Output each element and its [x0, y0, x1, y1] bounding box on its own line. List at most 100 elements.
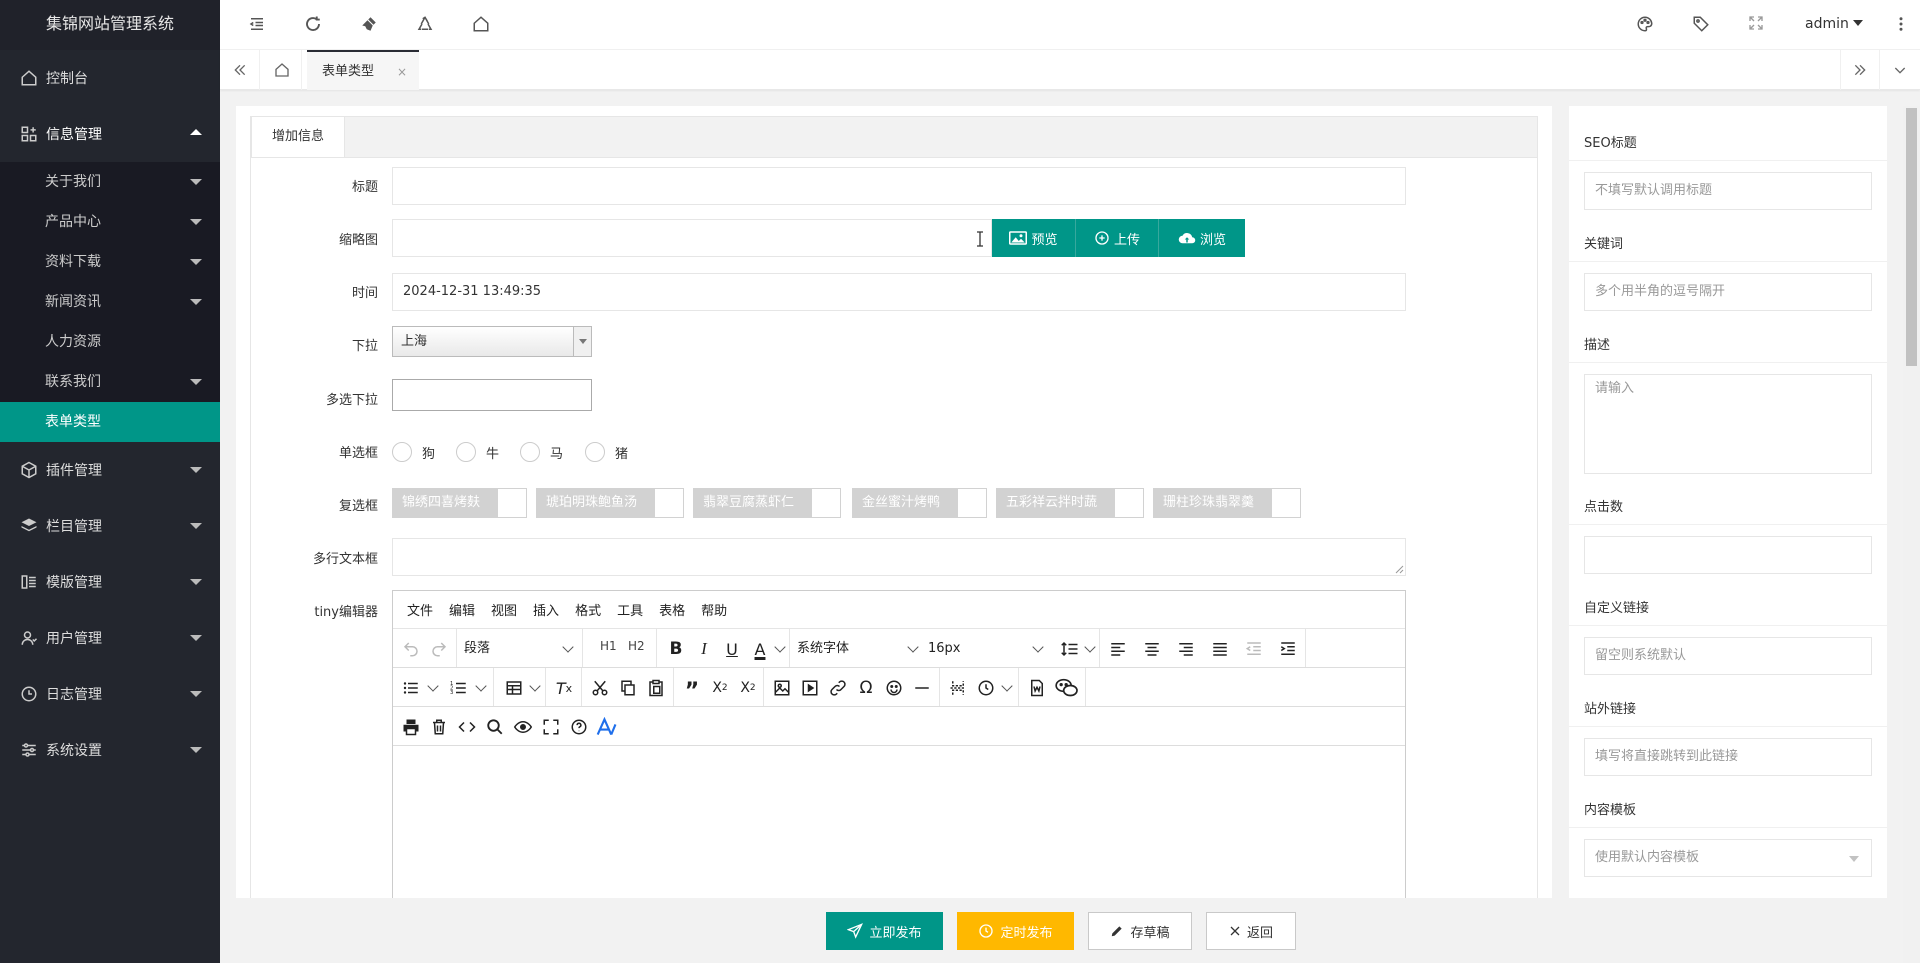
link-icon[interactable] — [827, 677, 849, 699]
sidebar-item-logs[interactable]: 日志管理 — [0, 666, 220, 722]
wechat-icon[interactable] — [1054, 677, 1080, 699]
checkbox-option[interactable]: 琥珀明珠鲍鱼汤 — [536, 488, 684, 518]
superscript-icon[interactable]: X2 — [737, 677, 759, 699]
chevron-down-icon[interactable] — [529, 680, 541, 692]
radio-pig[interactable]: 猪 — [585, 441, 628, 463]
sidebar-item-hr[interactable]: 人力资源 — [0, 322, 220, 362]
align-justify-icon[interactable] — [1209, 638, 1231, 660]
tag-icon[interactable] — [1692, 15, 1712, 35]
radio-cow[interactable]: 牛 — [456, 441, 499, 463]
heading-1-button[interactable]: H1 — [600, 639, 617, 653]
back-button[interactable]: 返回 — [1206, 912, 1296, 950]
undo-icon[interactable] — [400, 638, 422, 660]
chevron-down-icon[interactable] — [1001, 680, 1013, 692]
clicks-input[interactable] — [1584, 536, 1872, 574]
recycle-icon[interactable] — [416, 15, 436, 35]
chevron-down-icon[interactable] — [475, 680, 487, 692]
block-format-select[interactable]: 段落 — [464, 637, 574, 661]
tab-close-icon[interactable]: × — [397, 52, 407, 92]
tab-scroll-left-icon[interactable] — [220, 50, 260, 90]
copy-icon[interactable] — [617, 677, 639, 699]
fullscreen-icon[interactable] — [540, 716, 562, 738]
menu-help[interactable]: 帮助 — [701, 600, 727, 619]
cut-icon[interactable] — [589, 677, 611, 699]
time-input[interactable]: 2024-12-31 13:49:35 — [392, 273, 1406, 311]
menu-collapse-icon[interactable] — [248, 15, 268, 35]
editor-content-area[interactable] — [393, 746, 1405, 886]
dropdown-select[interactable]: 上海 — [392, 326, 592, 357]
clear-format-icon[interactable]: Tx — [553, 677, 575, 699]
sidebar-item-about[interactable]: 关于我们 — [0, 162, 220, 202]
subscript-icon[interactable]: X2 — [709, 677, 731, 699]
bullet-list-icon[interactable] — [400, 677, 422, 699]
tab-add-info[interactable]: 增加信息 — [251, 116, 345, 158]
checkbox-option[interactable]: 金丝蜜汁烤鸭 — [852, 488, 987, 518]
help-icon[interactable] — [568, 716, 590, 738]
tab-home-icon[interactable] — [262, 50, 302, 90]
heading-2-button[interactable]: H2 — [628, 639, 645, 653]
refresh-icon[interactable] — [304, 15, 324, 35]
user-menu[interactable]: admin — [1805, 16, 1863, 32]
tab-scroll-right-icon[interactable] — [1840, 50, 1880, 90]
numbered-list-icon[interactable]: 123 — [448, 677, 470, 699]
chevron-down-icon[interactable] — [774, 641, 786, 653]
page-scrollbar[interactable] — [1903, 106, 1920, 963]
chevron-down-icon[interactable] — [1084, 641, 1096, 653]
keywords-input[interactable]: 多个用半角的逗号隔开 — [1584, 273, 1872, 311]
radio-horse[interactable]: 马 — [520, 441, 563, 463]
checkbox-option[interactable]: 锦绣四喜烤麸 — [392, 488, 527, 518]
tab-options-chevron-icon[interactable] — [1880, 50, 1920, 90]
menu-view[interactable]: 视图 — [491, 600, 517, 619]
text-color-icon[interactable]: A — [749, 638, 771, 660]
thumbnail-input[interactable] — [392, 219, 992, 257]
align-right-icon[interactable] — [1175, 638, 1197, 660]
trash-icon[interactable] — [428, 716, 450, 738]
multiline-textarea[interactable] — [392, 538, 1406, 576]
menu-edit[interactable]: 编辑 — [449, 600, 475, 619]
italic-icon[interactable]: I — [693, 638, 715, 660]
resize-handle-icon[interactable] — [1395, 565, 1404, 574]
emoji-icon[interactable] — [883, 677, 905, 699]
align-left-icon[interactable] — [1107, 638, 1129, 660]
home-icon[interactable] — [472, 15, 492, 35]
horizontal-rule-icon[interactable] — [911, 677, 933, 699]
checkbox-option[interactable]: 珊柱珍珠翡翠羹 — [1153, 488, 1301, 518]
redo-icon[interactable] — [428, 638, 450, 660]
title-input[interactable] — [392, 167, 1406, 205]
menu-table[interactable]: 表格 — [659, 600, 685, 619]
table-icon[interactable] — [503, 677, 525, 699]
insert-video-icon[interactable] — [799, 677, 821, 699]
schedule-publish-button[interactable]: 定时发布 — [957, 912, 1074, 950]
radio-dog[interactable]: 狗 — [392, 441, 435, 463]
checkbox-option[interactable]: 翡翠豆腐蒸虾仁 — [693, 488, 841, 518]
special-char-icon[interactable]: Ω — [855, 677, 877, 699]
sidebar-item-form-type[interactable]: 表单类型 — [0, 402, 220, 442]
tab-form-type[interactable]: 表单类型 × — [307, 50, 419, 90]
publish-button[interactable]: 立即发布 — [826, 912, 943, 950]
checkbox-option[interactable]: 五彩祥云拌时蔬 — [996, 488, 1144, 518]
line-height-icon[interactable] — [1059, 638, 1081, 660]
bold-icon[interactable]: B — [665, 638, 687, 660]
clear-cache-icon[interactable] — [360, 15, 380, 35]
custom-link-input[interactable]: 留空则系统默认 — [1584, 637, 1872, 675]
sidebar-item-users[interactable]: 用户管理 — [0, 610, 220, 666]
description-textarea[interactable]: 请输入 — [1584, 374, 1872, 474]
indent-icon[interactable] — [1277, 638, 1299, 660]
font-size-select[interactable]: 16px — [928, 637, 1048, 661]
sidebar-item-settings[interactable]: 系统设置 — [0, 722, 220, 778]
import-word-icon[interactable] — [1026, 677, 1048, 699]
sidebar-item-downloads[interactable]: 资料下载 — [0, 242, 220, 282]
seo-title-input[interactable]: 不填写默认调用标题 — [1584, 172, 1872, 210]
sidebar-item-contact[interactable]: 联系我们 — [0, 362, 220, 402]
page-break-icon[interactable] — [947, 677, 969, 699]
underline-icon[interactable]: U — [721, 638, 743, 660]
sidebar-item-templates[interactable]: 模版管理 — [0, 554, 220, 610]
external-link-input[interactable]: 填写将直接跳转到此链接 — [1584, 738, 1872, 776]
blockquote-icon[interactable]: ” — [681, 677, 703, 704]
sidebar-item-columns[interactable]: 栏目管理 — [0, 498, 220, 554]
paste-icon[interactable] — [645, 677, 667, 699]
sidebar-item-info-manage[interactable]: 信息管理 — [0, 106, 220, 162]
menu-tools[interactable]: 工具 — [617, 600, 643, 619]
content-template-select[interactable]: 使用默认内容模板 — [1584, 839, 1872, 877]
menu-file[interactable]: 文件 — [407, 600, 433, 619]
